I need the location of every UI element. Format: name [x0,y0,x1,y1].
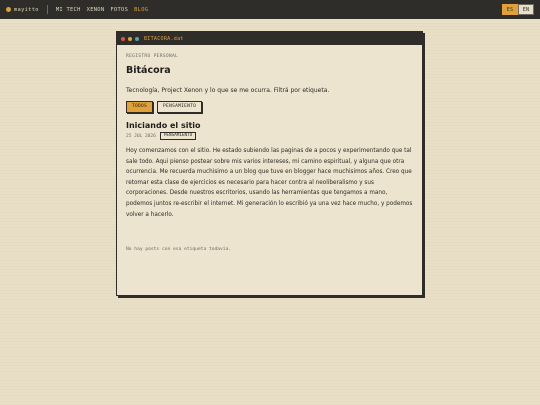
post-title[interactable]: Iniciando el sitio [126,121,413,130]
nav-item-blog[interactable]: BLOG [134,7,148,13]
language-switcher: ES EN [502,4,534,15]
page-title: Bitácora [126,65,171,76]
blog-window: BITACORA.dat REGISTRO PERSONAL Bitácora … [116,31,423,296]
window-filename: BITACORA.dat [144,35,184,42]
lang-en-button[interactable]: EN [518,4,534,15]
brand-name: mayitto [14,6,39,13]
brand-link[interactable]: mayitto [6,7,39,13]
filter-todos-button[interactable]: TODOS [126,101,154,113]
section-kicker: REGISTRO PERSONAL [126,54,179,59]
minimize-dot-icon [128,36,132,41]
filter-pensamiento-button[interactable]: PENSAMIENTO [157,101,203,113]
main-nav: MI TECH XENON FOTOS BLOG [56,7,148,13]
post-date: 25 JUL 2026 [126,133,156,139]
window-titlebar: BITACORA.dat [117,32,422,45]
maximize-dot-icon [135,36,139,41]
window-content: REGISTRO PERSONAL Bitácora Tecnología, P… [117,45,422,252]
brand-dot-icon [6,7,11,12]
nav-item-fotos[interactable]: FOTOS [110,7,128,13]
nav-item-mi-tech[interactable]: MI TECH [56,7,81,13]
post-meta: 25 JUL 2026 PENSAMIENTO [126,132,413,140]
page-intro: Tecnología, Project Xenon y lo que se me… [126,87,330,94]
tag-filters: TODOS PENSAMIENTO [126,101,413,113]
post-body: Hoy comenzamos con el sitio. He estado s… [126,148,413,218]
top-nav-bar: mayitto MI TECH XENON FOTOS BLOG ES EN [0,0,540,19]
empty-state-message: No hay posts con esa etiqueta todavía. [126,247,232,253]
lang-es-button[interactable]: ES [502,4,518,15]
post-tag-badge[interactable]: PENSAMIENTO [159,132,197,140]
nav-divider [46,5,48,14]
nav-item-xenon[interactable]: XENON [87,7,105,13]
close-dot-icon [121,36,125,41]
